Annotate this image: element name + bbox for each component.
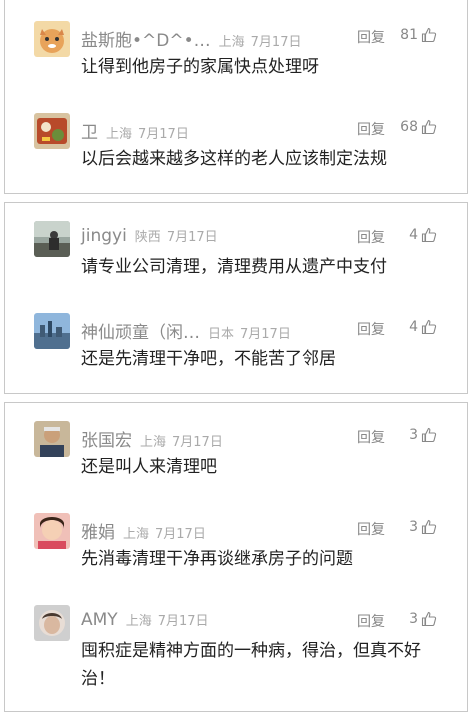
comment-text: 还是先清理干净吧，不能苦了邻居 <box>81 349 336 369</box>
location: 上海 <box>125 614 152 629</box>
comment-text: 请专业公司清理，清理费用从遗产中支付 <box>81 257 387 277</box>
comment-card: 盐斯胞•^D^•… 上海 7月17日 回复 81 让得到他房子的家属快点处理呀 卫上… <box>4 0 468 194</box>
date: 7月17日 <box>250 35 302 50</box>
comment-meta: 盐斯胞•^D^•… 上海 7月17日 <box>81 26 301 51</box>
thumbs-up-icon <box>421 227 437 243</box>
comment-item: 神仙顽童（闲… 日本 7月17日 回复 4 还是先清理干净吧，不能苦了邻居 <box>5 313 467 393</box>
like-button[interactable]: 3 <box>409 519 437 535</box>
reply-button[interactable]: 回复 <box>357 119 385 139</box>
location: 上海 <box>218 35 245 50</box>
comment-meta: jingyi 陕西 7月17日 <box>81 226 218 246</box>
location: 陕西 <box>134 230 161 245</box>
reply-button[interactable]: 回复 <box>357 611 385 631</box>
thumbs-up-icon <box>421 119 437 135</box>
date: 7月17日 <box>157 614 209 629</box>
user-name[interactable]: 雅娟 <box>81 523 115 543</box>
user-name[interactable]: 神仙顽童（闲… <box>81 323 200 343</box>
comment-card: jingyi 陕西 7月17日 回复 4 请专业公司清理，清理费用从遗产中支付 神仙… <box>4 202 468 394</box>
comment-meta: 雅娟 上海 7月17日 <box>81 518 206 543</box>
avatar[interactable] <box>34 221 70 257</box>
like-count: 3 <box>409 427 418 443</box>
like-button[interactable]: 4 <box>409 227 437 243</box>
reply-button[interactable]: 回复 <box>357 427 385 447</box>
location: 上海 <box>106 127 133 142</box>
comment-item: jingyi 陕西 7月17日 回复 4 请专业公司清理，清理费用从遗产中支付 <box>5 221 467 301</box>
avatar[interactable] <box>34 513 70 549</box>
reply-button[interactable]: 回复 <box>357 519 385 539</box>
comment-text: 让得到他房子的家属快点处理呀 <box>81 57 319 77</box>
reply-button[interactable]: 回复 <box>357 227 385 247</box>
comment-meta: 卫上海 7月17日 <box>81 118 189 143</box>
comment-item: AMY 上海 7月17日 回复 3 囤积症是精神方面的一种病，得治，但真不好治！ <box>5 605 467 705</box>
like-count: 68 <box>400 119 418 135</box>
user-name[interactable]: 卫 <box>81 123 98 143</box>
like-count: 4 <box>409 227 418 243</box>
date: 7月17日 <box>166 230 218 245</box>
date: 7月17日 <box>240 327 291 342</box>
location: 上海 <box>123 527 150 542</box>
comment-item: 张国宏 上海 7月17日 回复 3 还是叫人来清理吧 <box>5 421 467 501</box>
like-button[interactable]: 3 <box>409 427 437 443</box>
thumbs-up-icon <box>421 319 437 335</box>
avatar[interactable] <box>34 605 70 641</box>
avatar[interactable] <box>34 313 70 349</box>
like-count: 81 <box>400 27 418 43</box>
thumbs-up-icon <box>421 427 437 443</box>
comment-item: 卫上海 7月17日 回复 68 以后会越来越多这样的老人应该制定法规 <box>5 113 467 193</box>
avatar[interactable] <box>34 21 70 57</box>
like-button[interactable]: 68 <box>400 119 437 135</box>
like-count: 4 <box>409 319 418 335</box>
comment-card: 张国宏 上海 7月17日 回复 3 还是叫人来清理吧 雅娟 上海 7月17日 回复 3 … <box>4 402 468 712</box>
like-count: 3 <box>409 611 418 627</box>
avatar[interactable] <box>34 421 70 457</box>
reply-button[interactable]: 回复 <box>357 27 385 47</box>
like-count: 3 <box>409 519 418 535</box>
like-button[interactable]: 81 <box>400 27 437 43</box>
location: 上海 <box>140 435 167 450</box>
comment-text: 以后会越来越多这样的老人应该制定法规 <box>81 149 387 169</box>
reply-button[interactable]: 回复 <box>357 319 385 339</box>
comment-text: 还是叫人来清理吧 <box>81 457 217 477</box>
comment-text: 囤积症是精神方面的一种病，得治，但真不好治！ <box>81 641 421 689</box>
comment-item: 盐斯胞•^D^•… 上海 7月17日 回复 81 让得到他房子的家属快点处理呀 <box>5 21 467 101</box>
date: 7月17日 <box>172 435 223 450</box>
user-name[interactable]: AMY <box>81 610 118 630</box>
user-name[interactable]: 张国宏 <box>81 431 132 451</box>
comment-meta: 神仙顽童（闲… 日本 7月17日 <box>81 318 291 343</box>
thumbs-up-icon <box>421 27 437 43</box>
thumbs-up-icon <box>421 611 437 627</box>
comment-item: 雅娟 上海 7月17日 回复 3 先消毒清理干净再谈继承房子的问题 <box>5 513 467 593</box>
thumbs-up-icon <box>421 519 437 535</box>
like-button[interactable]: 4 <box>409 319 437 335</box>
user-name[interactable]: jingyi <box>81 226 127 246</box>
comment-meta: 张国宏 上海 7月17日 <box>81 426 223 451</box>
location: 日本 <box>208 327 235 342</box>
date: 7月17日 <box>138 127 189 142</box>
user-name[interactable]: 盐斯胞•^D^•… <box>81 31 211 51</box>
comment-text: 先消毒清理干净再谈继承房子的问题 <box>81 549 353 569</box>
avatar[interactable] <box>34 113 70 149</box>
like-button[interactable]: 3 <box>409 611 437 627</box>
comment-meta: AMY 上海 7月17日 <box>81 610 209 630</box>
date: 7月17日 <box>155 527 206 542</box>
